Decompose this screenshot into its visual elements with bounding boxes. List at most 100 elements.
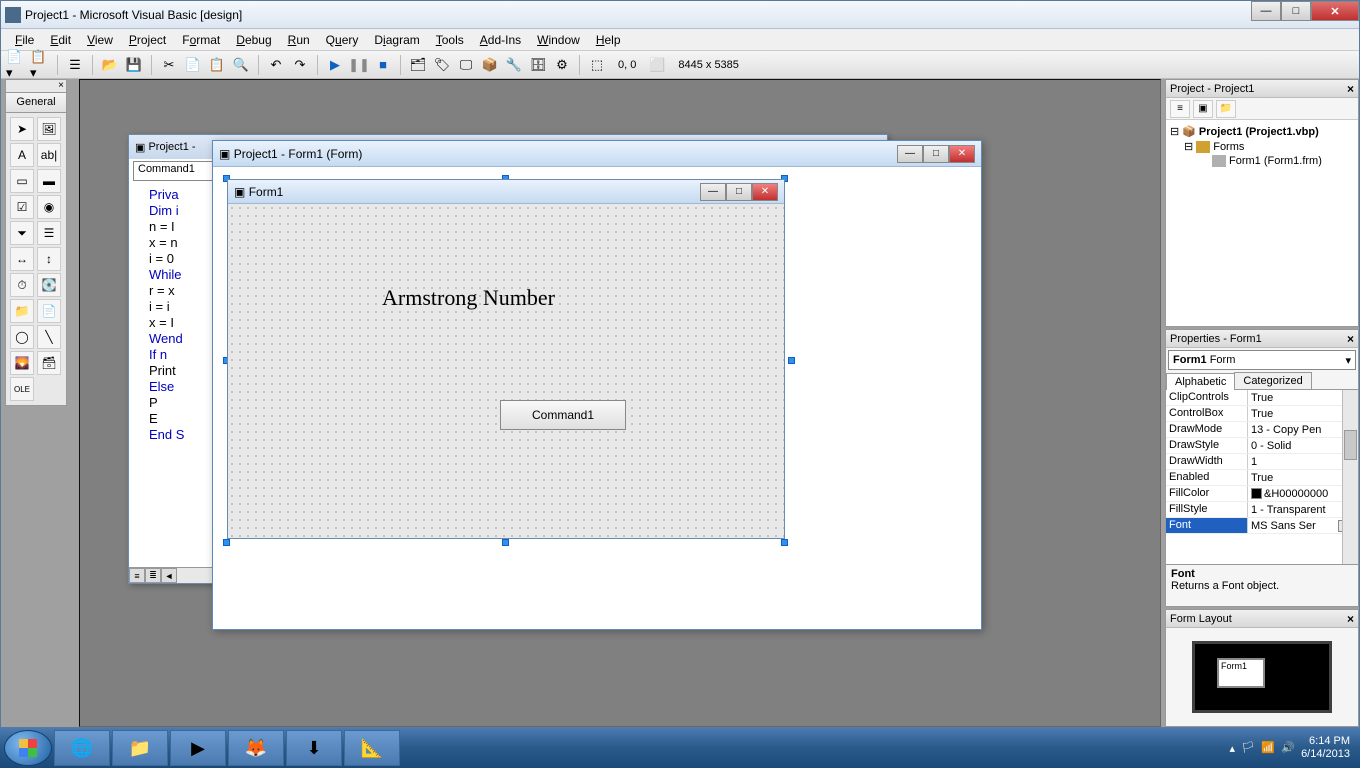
- tool-hscrollbar[interactable]: ↔: [10, 247, 34, 271]
- designed-form[interactable]: ▣ Form1 — □ ✕ Armstrong Number Command1: [227, 179, 785, 539]
- menu-diagram[interactable]: Diagram: [366, 31, 427, 49]
- property-row[interactable]: FillStyle1 - Transparent: [1166, 502, 1358, 518]
- tool-image[interactable]: 🌄: [10, 351, 34, 375]
- add-form-button[interactable]: 📋▾: [29, 54, 51, 76]
- tool-pointer[interactable]: ➤: [10, 117, 34, 141]
- resize-handle[interactable]: [223, 539, 230, 546]
- menu-run[interactable]: Run: [280, 31, 318, 49]
- form-layout-button[interactable]: 🖵: [455, 54, 477, 76]
- tab-categorized[interactable]: Categorized: [1234, 372, 1311, 389]
- tool-drivelistbox[interactable]: 💽: [37, 273, 61, 297]
- tool-timer[interactable]: ⏱: [10, 273, 34, 297]
- close-button[interactable]: [1311, 1, 1359, 21]
- find-button[interactable]: 🔍: [230, 54, 252, 76]
- project-tree[interactable]: ⊟📦Project1 (Project1.vbp) ⊟Forms Form1 (…: [1166, 120, 1358, 326]
- designer-canvas[interactable]: ▣ Form1 — □ ✕ Armstrong Number Command1: [213, 167, 981, 629]
- task-explorer[interactable]: 📁: [112, 730, 168, 766]
- resize-handle[interactable]: [781, 539, 788, 546]
- object-browser-button[interactable]: 📦: [479, 54, 501, 76]
- toggle-folders-button[interactable]: 📁: [1216, 100, 1236, 118]
- property-row[interactable]: FontMS Sans Ser…: [1166, 518, 1358, 534]
- add-project-button[interactable]: 📄▾: [5, 54, 27, 76]
- menu-query[interactable]: Query: [318, 31, 367, 49]
- tool-ole[interactable]: OLE: [10, 377, 34, 401]
- tool-listbox[interactable]: ☰: [37, 221, 61, 245]
- clock[interactable]: 6:14 PM 6/14/2013: [1301, 735, 1350, 761]
- tool-label[interactable]: A: [10, 143, 34, 167]
- copy-button[interactable]: 📄: [182, 54, 204, 76]
- tool-picturebox[interactable]: 🖼: [37, 117, 61, 141]
- tree-forms-folder[interactable]: Forms: [1213, 141, 1244, 153]
- property-row[interactable]: EnabledTrue: [1166, 470, 1358, 486]
- undo-button[interactable]: ↶: [265, 54, 287, 76]
- tool-filelistbox[interactable]: 📄: [37, 299, 61, 323]
- tree-expand-icon[interactable]: ⊟: [1184, 140, 1193, 153]
- property-row[interactable]: ClipControlsTrue: [1166, 390, 1358, 406]
- form-max-button[interactable]: □: [923, 145, 949, 163]
- tray-chevron-icon[interactable]: ▴: [1230, 742, 1236, 755]
- designed-max-button[interactable]: □: [726, 183, 752, 201]
- form-close-button[interactable]: ✕: [949, 145, 975, 163]
- property-row[interactable]: DrawStyle0 - Solid: [1166, 438, 1358, 454]
- task-mediaplayer[interactable]: ▶: [170, 730, 226, 766]
- cut-button[interactable]: ✂: [158, 54, 180, 76]
- volume-icon[interactable]: 🔊: [1281, 741, 1295, 755]
- property-row[interactable]: DrawWidth1: [1166, 454, 1358, 470]
- designed-close-button[interactable]: ✕: [752, 183, 778, 201]
- menu-debug[interactable]: Debug: [228, 31, 279, 49]
- menu-help[interactable]: Help: [588, 31, 629, 49]
- view-code-button[interactable]: ≡: [1170, 100, 1190, 118]
- menu-format[interactable]: Format: [174, 31, 228, 49]
- task-ie[interactable]: 🌐: [54, 730, 110, 766]
- menu-edit[interactable]: Edit: [42, 31, 79, 49]
- break-button[interactable]: ❚❚: [348, 54, 370, 76]
- system-tray[interactable]: ▴ 🏳 📶 🔊 6:14 PM 6/14/2013: [1230, 735, 1356, 761]
- layout-form-preview[interactable]: Form1: [1217, 658, 1265, 688]
- menu-view[interactable]: View: [79, 31, 121, 49]
- properties-object-combo[interactable]: Form1 Form ▾: [1168, 350, 1356, 370]
- tree-form1[interactable]: Form1 (Form1.frm): [1229, 155, 1322, 167]
- properties-button[interactable]: 🏷: [431, 54, 453, 76]
- tool-checkbox[interactable]: ☑: [10, 195, 34, 219]
- task-vb[interactable]: 📐: [344, 730, 400, 766]
- end-button[interactable]: ■: [372, 54, 394, 76]
- data-view-button[interactable]: 🗄: [527, 54, 549, 76]
- view-object-button[interactable]: ▣: [1193, 100, 1213, 118]
- tool-data[interactable]: 🗃: [37, 351, 61, 375]
- form-layout-close[interactable]: ×: [1347, 612, 1354, 626]
- toolbox-button[interactable]: 🔧: [503, 54, 525, 76]
- maximize-button[interactable]: [1281, 1, 1311, 21]
- properties-scrollbar[interactable]: [1342, 390, 1358, 564]
- layout-monitor[interactable]: Form1: [1192, 641, 1332, 713]
- menu-tools[interactable]: Tools: [428, 31, 472, 49]
- paste-button[interactable]: 📋: [206, 54, 228, 76]
- flag-icon[interactable]: 🏳: [1241, 741, 1255, 755]
- command1-button[interactable]: Command1: [500, 400, 626, 430]
- tab-alphabetic[interactable]: Alphabetic: [1166, 373, 1235, 390]
- resize-handle[interactable]: [788, 357, 795, 364]
- property-row[interactable]: FillColor&H00000000: [1166, 486, 1358, 502]
- tree-expand-icon[interactable]: ⊟: [1170, 125, 1179, 138]
- form-designer-window[interactable]: ▣ Project1 - Form1 (Form) — □ ✕: [212, 140, 982, 630]
- tool-shape[interactable]: ◯: [10, 325, 34, 349]
- menu-editor-button[interactable]: ☰: [64, 54, 86, 76]
- minimize-button[interactable]: [1251, 1, 1281, 21]
- toolbox-close[interactable]: ×: [5, 79, 67, 93]
- label-armstrong[interactable]: Armstrong Number: [382, 285, 555, 311]
- designed-min-button[interactable]: —: [700, 183, 726, 201]
- tree-project[interactable]: Project1 (Project1.vbp): [1199, 126, 1319, 138]
- tool-line[interactable]: ╲: [37, 325, 61, 349]
- property-row[interactable]: ControlBoxTrue: [1166, 406, 1358, 422]
- task-firefox[interactable]: 🦊: [228, 730, 284, 766]
- redo-button[interactable]: ↷: [289, 54, 311, 76]
- save-button[interactable]: 💾: [123, 54, 145, 76]
- network-icon[interactable]: 📶: [1261, 741, 1275, 755]
- open-button[interactable]: 📂: [99, 54, 121, 76]
- tool-vscrollbar[interactable]: ↕: [37, 247, 61, 271]
- tool-commandbutton[interactable]: ▬: [37, 169, 61, 193]
- form-min-button[interactable]: —: [897, 145, 923, 163]
- tool-dirlistbox[interactable]: 📁: [10, 299, 34, 323]
- project-explorer-button[interactable]: 🗂: [407, 54, 429, 76]
- start-button[interactable]: ▶: [324, 54, 346, 76]
- tool-combobox[interactable]: ⏷: [10, 221, 34, 245]
